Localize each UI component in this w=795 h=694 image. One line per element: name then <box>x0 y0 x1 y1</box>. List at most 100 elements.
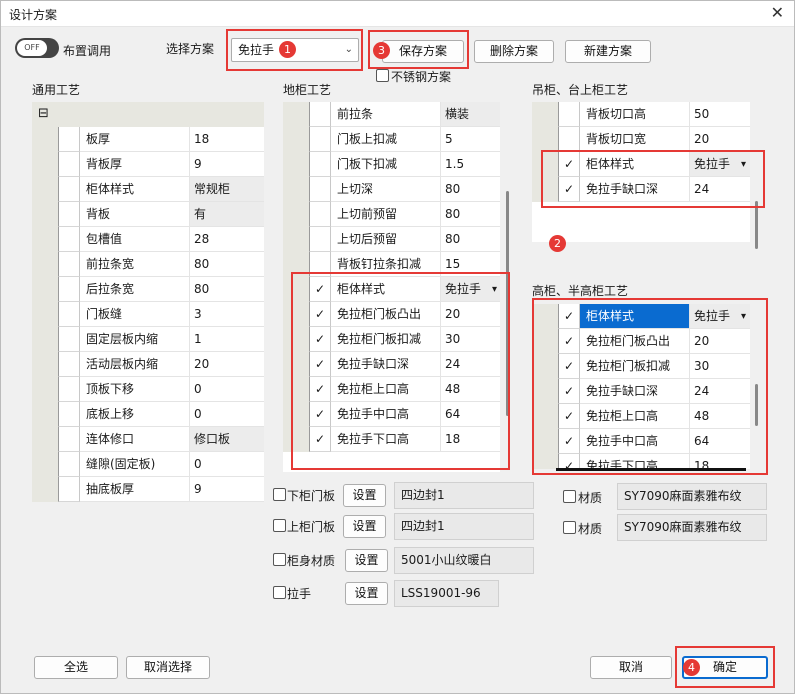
row-checkbox[interactable] <box>58 477 80 502</box>
row-value[interactable]: 有 <box>190 202 264 227</box>
deselect-button[interactable]: 取消选择 <box>126 656 210 679</box>
material-settings-button[interactable]: 设置 <box>345 582 388 605</box>
floor-row-value-text: 80 <box>445 232 461 246</box>
close-icon[interactable]: ✕ <box>771 3 784 22</box>
row-checkbox[interactable] <box>58 302 80 327</box>
floor-row: 门板下扣减 1.5 <box>283 152 500 177</box>
row-checkbox[interactable] <box>58 377 80 402</box>
layout-toggle[interactable]: OFF <box>15 38 59 58</box>
hanging-row-value: 50 <box>690 102 750 127</box>
material-settings-button[interactable]: 设置 <box>343 515 386 538</box>
row-checkbox[interactable] <box>58 202 80 227</box>
toggle-label: 布置调用 <box>63 44 112 58</box>
material-settings-button[interactable]: 设置 <box>345 549 388 572</box>
row-checkbox[interactable] <box>58 427 80 452</box>
badge-3: 3 <box>373 42 390 59</box>
row-checkbox[interactable] <box>558 127 580 152</box>
row-checkbox[interactable] <box>58 177 80 202</box>
row-value: 0 <box>190 402 264 427</box>
row-label: 缝隙(固定板) <box>80 452 190 477</box>
row-checkbox[interactable] <box>58 327 80 352</box>
hanging-scrollbar[interactable] <box>755 201 758 249</box>
tall-header: 高柜、半高柜工艺 <box>532 284 629 298</box>
material-label: 拉手 <box>287 587 312 601</box>
select-all-button[interactable]: 全选 <box>34 656 118 679</box>
row-value: 28 <box>190 227 264 252</box>
general-row: 包槽值 28 <box>32 227 264 252</box>
general-row: 背板有 <box>32 202 264 227</box>
row-value: 0 <box>190 377 264 402</box>
row-value: 9 <box>190 477 264 502</box>
stainless-checkbox[interactable] <box>376 69 389 82</box>
row-value[interactable]: 修口板 <box>190 427 264 452</box>
row-checkbox[interactable] <box>58 152 80 177</box>
row-label: 顶板下移 <box>80 377 190 402</box>
material-settings-button[interactable]: 设置 <box>343 484 386 507</box>
floor-row-label: 上切后预留 <box>331 227 441 252</box>
floor-header: 地柜工艺 <box>283 83 332 97</box>
floor-row-value-text: 横装 <box>445 107 470 121</box>
row-checkbox[interactable] <box>309 227 331 252</box>
row-checkbox[interactable] <box>58 452 80 477</box>
floor-row-value-text: 1.5 <box>445 157 465 171</box>
row-label: 固定层板内缩 <box>80 327 190 352</box>
row-checkbox[interactable] <box>309 127 331 152</box>
material-checkbox[interactable] <box>273 553 286 566</box>
toggle-state: OFF <box>17 40 47 56</box>
floor-row-label: 前拉条 <box>331 102 441 127</box>
general-row: 柜体样式 常规柜 <box>32 177 264 202</box>
row-label: 背板 <box>80 202 190 227</box>
row-label: 柜体样式 <box>80 177 190 202</box>
row-checkbox[interactable] <box>58 127 80 152</box>
row-checkbox[interactable] <box>309 202 331 227</box>
row-label: 抽底板厚 <box>80 477 190 502</box>
row-checkbox[interactable] <box>558 102 580 127</box>
row-label: 后拉条宽 <box>80 277 190 302</box>
material-checkbox[interactable] <box>273 586 286 599</box>
cancel-button[interactable]: 取消 <box>590 656 672 679</box>
row-checkbox[interactable] <box>309 102 331 127</box>
row-checkbox[interactable] <box>309 177 331 202</box>
row-gutter <box>32 302 58 327</box>
row-checkbox[interactable] <box>58 252 80 277</box>
row-gutter <box>32 177 58 202</box>
floor-row-value[interactable]: 横装 <box>441 102 500 127</box>
material-checkbox[interactable] <box>273 488 286 501</box>
floor-row-label: 上切深 <box>331 177 441 202</box>
floor-row-value: 80 <box>441 202 500 227</box>
floor-row-value-text: 80 <box>445 182 461 196</box>
row-checkbox[interactable] <box>58 402 80 427</box>
material-checkbox[interactable] <box>273 519 286 532</box>
row-gutter <box>32 352 58 377</box>
material-right-checkbox[interactable] <box>563 521 576 534</box>
row-value: 80 <box>190 252 264 277</box>
material-right-value: SY7090麻面素雅布纹 <box>617 514 767 541</box>
row-value[interactable]: 常规柜 <box>190 177 264 202</box>
row-value: 80 <box>190 277 264 302</box>
row-label: 活动层板内缩 <box>80 352 190 377</box>
general-collapse-row: ⊟ <box>32 102 264 127</box>
material-right-label: 材质 <box>578 491 603 505</box>
general-row: 缝隙(固定板) 0 <box>32 452 264 477</box>
row-checkbox[interactable] <box>58 227 80 252</box>
row-gutter <box>532 102 558 127</box>
row-gutter <box>283 152 309 177</box>
row-checkbox[interactable] <box>58 352 80 377</box>
row-checkbox[interactable] <box>309 152 331 177</box>
row-gutter <box>32 252 58 277</box>
row-gutter <box>283 102 309 127</box>
delete-scheme-button[interactable]: 删除方案 <box>474 40 554 63</box>
badge-1: 1 <box>279 41 296 58</box>
material-right-checkbox[interactable] <box>563 490 576 503</box>
new-scheme-button[interactable]: 新建方案 <box>565 40 651 63</box>
general-row: 顶板下移 0 <box>32 377 264 402</box>
row-checkbox[interactable] <box>58 277 80 302</box>
row-gutter <box>532 127 558 152</box>
row-gutter <box>32 402 58 427</box>
collapse-icon[interactable]: ⊟ <box>38 106 49 121</box>
row-label: 底板上移 <box>80 402 190 427</box>
badge-2: 2 <box>549 235 566 252</box>
general-row: 板厚 18 <box>32 127 264 152</box>
floor-row-value: 1.5 <box>441 152 500 177</box>
hanging-row-value-text: 20 <box>694 132 710 146</box>
